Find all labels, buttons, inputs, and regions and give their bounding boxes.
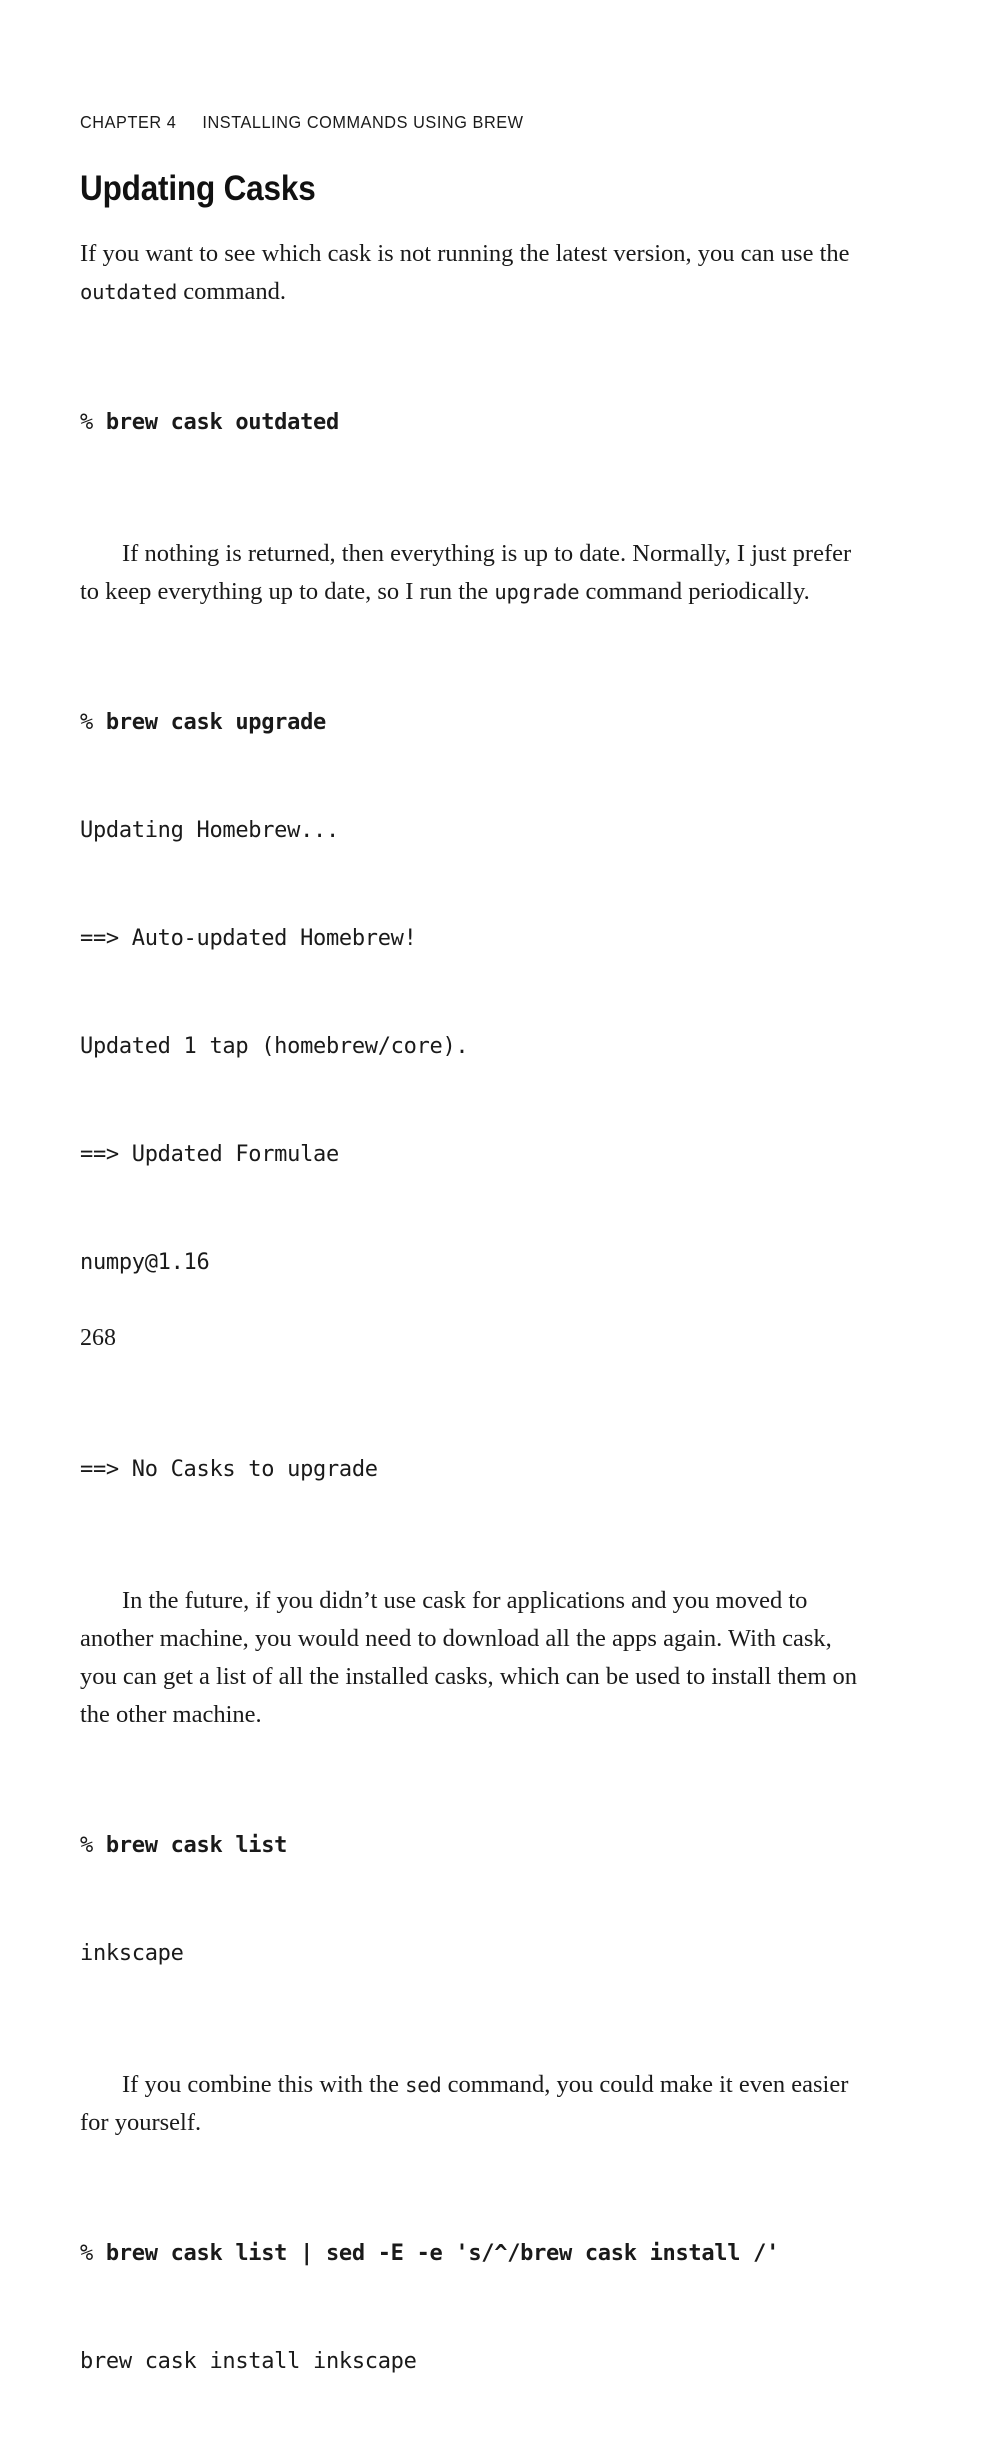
running-head-chapter-label: CHAPTER 4 [80, 112, 177, 132]
shell-prompt: % [80, 1833, 106, 1858]
paragraph-upgrade: If nothing is returned, then everything … [80, 535, 870, 611]
shell-command: brew cask outdated [105, 410, 339, 435]
inline-code-outdated: outdated [80, 280, 178, 304]
code-output-line: inkscape [80, 1941, 184, 1966]
running-head: CHAPTER 4 INSTALLING COMMANDS USING BREW [80, 112, 815, 133]
code-output-line: Updated 1 tap (homebrew/core). [80, 1034, 469, 1059]
code-block-list: % brew cask list inkscape [80, 1756, 870, 2044]
page-title: Updating Casks [80, 169, 316, 208]
inline-code-sed: sed [405, 2073, 442, 2097]
code-block-list-sed: % brew cask list | sed -E -e 's/^/brew c… [80, 2164, 870, 2452]
code-output-line: ==> No Casks to upgrade [80, 1457, 378, 1482]
paragraph-intro-text-b: command. [177, 278, 287, 305]
code-block-upgrade: % brew cask upgrade Updating Homebrew...… [80, 633, 870, 1560]
code-output-line: ==> Auto-updated Homebrew! [80, 926, 417, 951]
document-page: CHAPTER 4 INSTALLING COMMANDS USING BREW … [0, 0, 989, 2374]
inline-code-upgrade: upgrade [494, 580, 580, 604]
page-content: CHAPTER 4 INSTALLING COMMANDS USING BREW … [80, 112, 870, 2452]
shell-prompt: % [80, 410, 106, 435]
running-head-chapter-title: INSTALLING COMMANDS USING BREW [202, 112, 524, 132]
code-output-line: brew cask install inkscape [80, 2349, 417, 2374]
paragraph-intro: If you want to see which cask is not run… [80, 235, 870, 311]
paragraph-sed: If you combine this with the sed command… [80, 2066, 870, 2142]
paragraph-intro-text-a: If you want to see which cask is not run… [80, 240, 850, 267]
code-output-line: numpy@1.16 [80, 1250, 210, 1275]
paragraph-upgrade-text-b: command periodically. [579, 578, 810, 605]
shell-command: brew cask list | sed -E -e 's/^/brew cas… [105, 2241, 780, 2266]
code-output-line: ==> Updated Formulae [80, 1142, 339, 1167]
code-block-outdated: % brew cask outdated [80, 333, 870, 513]
paragraph-future: In the future, if you didn’t use cask fo… [80, 1587, 858, 1728]
code-line: % brew cask list [80, 1828, 870, 1864]
shell-prompt: % [80, 2241, 106, 2266]
code-line: % brew cask list | sed -E -e 's/^/brew c… [80, 2236, 870, 2272]
paragraph-sed-text-a: If you combine this with the [122, 2071, 406, 2098]
code-line: % brew cask outdated [80, 405, 870, 441]
shell-prompt: % [80, 710, 106, 735]
shell-command: brew cask list [105, 1833, 288, 1858]
shell-command: brew cask upgrade [105, 710, 326, 735]
code-line: % brew cask upgrade [80, 705, 870, 741]
code-output-line: Updating Homebrew... [80, 818, 339, 843]
page-number: 268 [80, 1325, 116, 1351]
